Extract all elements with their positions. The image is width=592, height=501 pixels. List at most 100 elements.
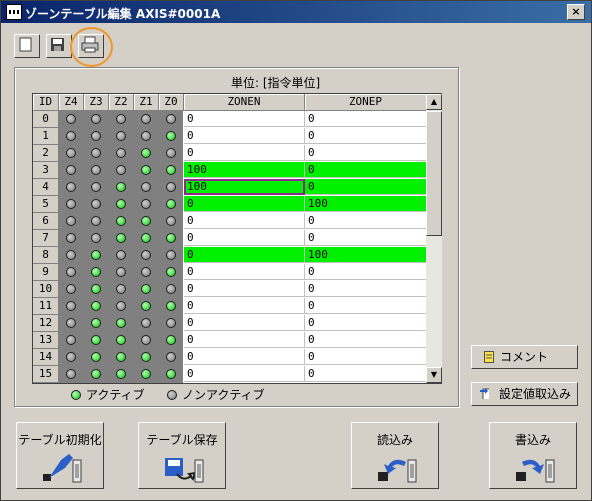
zonen-cell[interactable]: 0 — [184, 298, 305, 314]
active-led-icon — [141, 369, 151, 379]
table-row[interactable]: 13 0 0 — [33, 332, 427, 349]
zonen-cell[interactable]: 0 — [184, 111, 305, 127]
inactive-led-icon — [66, 131, 76, 141]
zonep-cell[interactable]: 0 — [305, 281, 427, 297]
read-button[interactable]: 読込み — [351, 422, 439, 489]
import-settings-button[interactable]: 設定値取込み — [471, 382, 578, 406]
zonep-cell[interactable]: 0 — [305, 298, 427, 314]
active-led-icon — [116, 318, 126, 328]
vertical-scrollbar[interactable]: ▲ ▼ — [426, 93, 442, 384]
write-button[interactable]: 書込み — [489, 422, 577, 489]
table-row[interactable]: 11 0 0 — [33, 298, 427, 315]
inactive-led-icon — [116, 250, 126, 260]
inactive-led-icon — [116, 131, 126, 141]
inactive-led-icon — [166, 216, 176, 226]
legend-inactive-label: ノンアクティブ — [182, 388, 265, 402]
zonep-cell[interactable]: 0 — [305, 366, 427, 382]
active-led-icon — [91, 267, 101, 277]
table-row[interactable]: 10 0 0 — [33, 281, 427, 298]
close-button[interactable]: × — [567, 4, 585, 20]
table-row[interactable]: 7 00 — [33, 230, 427, 247]
save-button[interactable] — [46, 34, 72, 58]
row-id: 8 — [33, 247, 59, 264]
init-table-label: テーブル初期化 — [18, 433, 102, 447]
comment-label: コメント — [500, 350, 549, 364]
table-row[interactable]: 12 0 0 — [33, 315, 427, 332]
zonep-cell[interactable]: 0 — [305, 145, 427, 161]
active-led-icon — [91, 301, 101, 311]
note-icon — [484, 351, 494, 363]
zonep-cell[interactable]: 0 — [305, 349, 427, 365]
active-led-icon — [116, 199, 126, 209]
table-row[interactable]: 000 — [33, 111, 427, 128]
header-z1: Z1 — [134, 94, 159, 111]
table-row[interactable]: 4 100 0 — [33, 179, 427, 196]
row-id: 0 — [33, 111, 59, 128]
zonen-cell[interactable]: 0 — [184, 145, 305, 161]
zonen-cell[interactable]: 0 — [184, 349, 305, 365]
save-table-button[interactable]: テーブル保存 — [138, 422, 226, 489]
inactive-led-icon — [166, 352, 176, 362]
zonep-cell[interactable]: 0 — [305, 230, 427, 246]
active-led-icon — [71, 390, 81, 400]
table-row[interactable]: 14 0 0 — [33, 349, 427, 366]
table-row[interactable]: 15 0 0 — [33, 366, 427, 383]
scroll-down-button[interactable]: ▼ — [426, 367, 442, 383]
inactive-led-icon — [66, 335, 76, 345]
scroll-thumb[interactable] — [426, 111, 442, 236]
active-led-icon — [116, 335, 126, 345]
save-table-label: テーブル保存 — [146, 433, 218, 447]
zonen-cell[interactable]: 100 — [184, 162, 305, 178]
inactive-led-icon — [66, 216, 76, 226]
inactive-led-icon — [66, 182, 76, 192]
zonep-cell[interactable]: 0 — [305, 332, 427, 348]
inactive-led-icon — [91, 233, 101, 243]
table-row[interactable]: 6 00 — [33, 213, 427, 230]
zonep-cell[interactable]: 0 — [305, 315, 427, 331]
row-id: 11 — [33, 298, 59, 315]
table-row[interactable]: 2 00 — [33, 145, 427, 162]
table-row[interactable]: 5 0 100 — [33, 196, 427, 213]
active-led-icon — [141, 165, 151, 175]
inactive-led-icon — [91, 114, 101, 124]
comment-button[interactable]: コメント — [471, 345, 578, 369]
inactive-led-icon — [66, 165, 76, 175]
zonep-cell[interactable]: 0 — [305, 111, 427, 127]
zonen-cell[interactable]: 0 — [184, 128, 305, 144]
zonen-cell[interactable]: 0 — [184, 332, 305, 348]
zonen-cell[interactable]: 0 — [184, 366, 305, 382]
table-row[interactable]: 8 0 100 — [33, 247, 427, 264]
zonep-cell[interactable]: 0 — [305, 128, 427, 144]
zonen-cell[interactable]: 100 — [184, 179, 305, 195]
active-led-icon — [91, 284, 101, 294]
zonen-cell[interactable]: 0 — [184, 264, 305, 280]
legend-active-label: アクティブ — [86, 388, 145, 402]
app-icon — [6, 4, 22, 20]
new-button[interactable] — [14, 34, 40, 58]
init-table-button[interactable]: テーブル初期化 — [16, 422, 104, 489]
zonen-cell[interactable]: 0 — [184, 213, 305, 229]
zonep-cell[interactable]: 100 — [305, 196, 427, 212]
zonep-cell[interactable]: 0 — [305, 213, 427, 229]
zonep-cell[interactable]: 0 — [305, 264, 427, 280]
title-bar: ゾーンテーブル編集 AXIS#0001A × — [1, 1, 591, 23]
inactive-led-icon — [141, 114, 151, 124]
active-led-icon — [166, 233, 176, 243]
zonen-cell[interactable]: 0 — [184, 315, 305, 331]
table-row[interactable]: 9 00 — [33, 264, 427, 281]
zonen-cell[interactable]: 0 — [184, 247, 305, 263]
row-id: 12 — [33, 315, 59, 332]
zonen-cell[interactable]: 0 — [184, 281, 305, 297]
inactive-led-icon — [141, 182, 151, 192]
table-row[interactable]: 1 00 — [33, 128, 427, 145]
inactive-led-icon — [166, 250, 176, 260]
table-row[interactable]: 3 100 0 — [33, 162, 427, 179]
zonen-cell[interactable]: 0 — [184, 196, 305, 212]
inactive-led-icon — [66, 114, 76, 124]
zonep-cell[interactable]: 0 — [305, 162, 427, 178]
legend-inactive: ノンアクティブ — [167, 386, 265, 403]
zonen-cell[interactable]: 0 — [184, 230, 305, 246]
zonep-cell[interactable]: 100 — [305, 247, 427, 263]
scroll-up-button[interactable]: ▲ — [426, 94, 442, 110]
zonep-cell[interactable]: 0 — [305, 179, 427, 195]
